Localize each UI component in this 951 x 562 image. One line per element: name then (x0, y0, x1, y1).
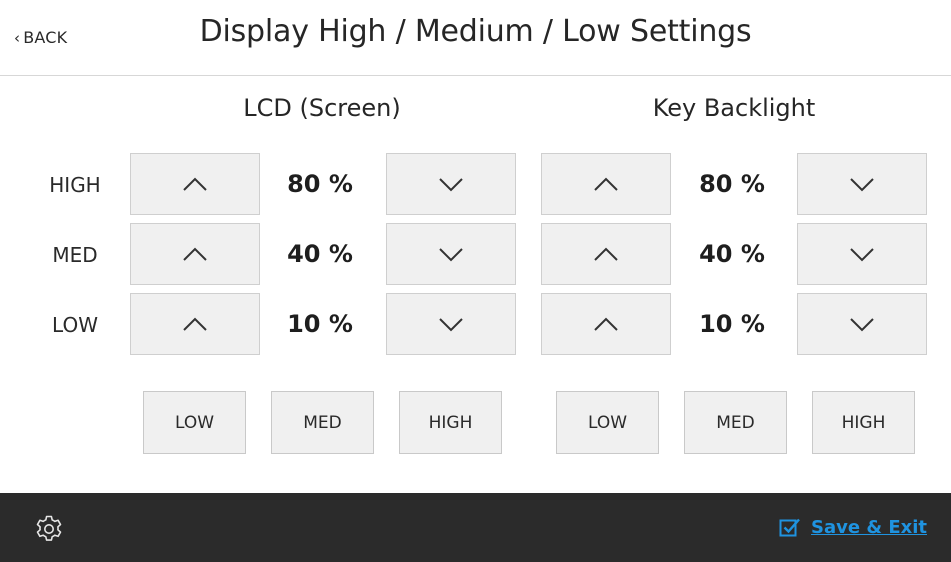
chevron-down-icon (439, 178, 463, 192)
backlight-high-decrease-button[interactable] (797, 153, 927, 215)
backlight-preset-med-button[interactable]: MED (684, 391, 787, 454)
lcd-med-value: 40 % (287, 240, 353, 268)
chevron-down-icon (850, 178, 874, 192)
display-settings-screen: ‹ BACK Display High / Medium / Low Settin… (0, 0, 951, 562)
backlight-section-title: Key Backlight (652, 94, 816, 122)
lcd-preset-high-button[interactable]: HIGH (399, 391, 502, 454)
save-exit-label: Save & Exit (811, 516, 927, 538)
backlight-med-increase-button[interactable] (541, 223, 671, 285)
lcd-high-value: 80 % (287, 170, 353, 198)
chevron-up-icon (183, 317, 207, 331)
lcd-low-value: 10 % (287, 310, 353, 338)
backlight-low-decrease-button[interactable] (797, 293, 927, 355)
gear-icon[interactable] (33, 513, 65, 545)
chevron-down-icon (850, 318, 874, 332)
header-bar: ‹ BACK Display High / Medium / Low Settin… (0, 0, 951, 76)
backlight-low-value: 10 % (699, 310, 765, 338)
backlight-preset-high-button[interactable]: HIGH (812, 391, 915, 454)
lcd-low-increase-button[interactable] (130, 293, 260, 355)
backlight-low-increase-button[interactable] (541, 293, 671, 355)
lcd-med-decrease-button[interactable] (386, 223, 516, 285)
chevron-up-icon (183, 177, 207, 191)
lcd-preset-med-button[interactable]: MED (271, 391, 374, 454)
backlight-med-decrease-button[interactable] (797, 223, 927, 285)
footer-bar: Save & Exit (0, 493, 951, 562)
checkbox-icon (779, 518, 800, 537)
backlight-med-value: 40 % (699, 240, 765, 268)
backlight-high-increase-button[interactable] (541, 153, 671, 215)
row-label-high: HIGH (49, 173, 101, 197)
save-exit-button[interactable]: Save & Exit (779, 516, 927, 538)
row-label-low: LOW (52, 313, 98, 337)
lcd-preset-low-button[interactable]: LOW (143, 391, 246, 454)
chevron-up-icon (594, 247, 618, 261)
chevron-down-icon (850, 248, 874, 262)
row-label-med: MED (52, 243, 98, 267)
chevron-down-icon (439, 248, 463, 262)
page-title: Display High / Medium / Low Settings (199, 14, 752, 49)
chevron-up-icon (183, 247, 207, 261)
lcd-med-increase-button[interactable] (130, 223, 260, 285)
backlight-high-value: 80 % (699, 170, 765, 198)
chevron-up-icon (594, 317, 618, 331)
lcd-section-title: LCD (Screen) (243, 94, 401, 122)
lcd-high-increase-button[interactable] (130, 153, 260, 215)
chevron-down-icon (439, 318, 463, 332)
lcd-low-decrease-button[interactable] (386, 293, 516, 355)
backlight-preset-low-button[interactable]: LOW (556, 391, 659, 454)
chevron-up-icon (594, 177, 618, 191)
lcd-high-decrease-button[interactable] (386, 153, 516, 215)
